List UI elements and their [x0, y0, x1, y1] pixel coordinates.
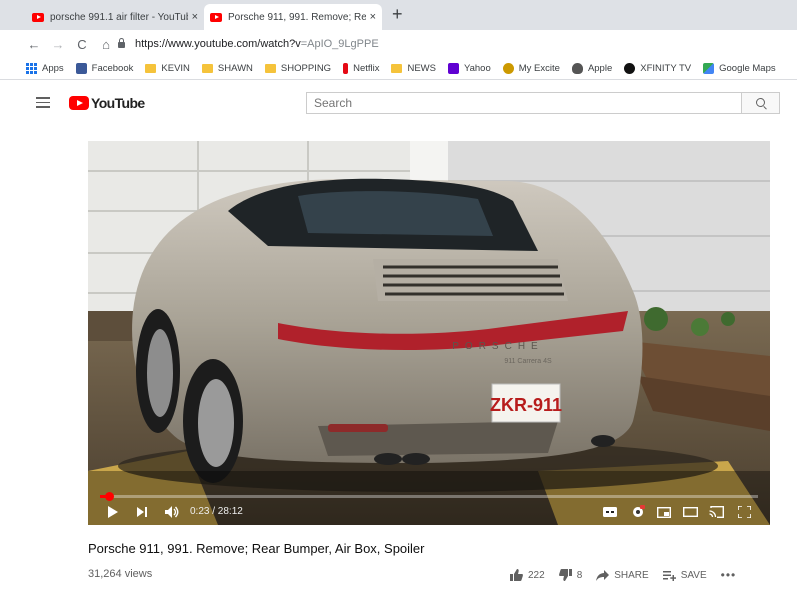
share-icon: [596, 569, 610, 581]
bookmark-facebook[interactable]: Facebook: [75, 63, 133, 74]
thumbs-down-icon: [558, 569, 572, 581]
volume-button[interactable]: [162, 499, 182, 525]
like-button[interactable]: 222: [510, 569, 545, 581]
license-plate-text: ZKR-911: [490, 395, 562, 415]
playlist-add-icon: [662, 570, 676, 581]
facebook-icon: [75, 63, 87, 74]
save-label: SAVE: [680, 569, 707, 581]
cast-button[interactable]: [706, 499, 726, 525]
settings-icon: [633, 505, 645, 517]
bookmark-my-excite[interactable]: My Excite: [502, 63, 560, 74]
miniplayer-button[interactable]: [654, 499, 674, 525]
netflix-icon: [343, 63, 349, 74]
youtube-favicon-icon: [32, 12, 44, 22]
captions-button[interactable]: [600, 499, 620, 525]
more-actions-icon[interactable]: •••: [721, 568, 737, 582]
reload-button[interactable]: C: [72, 37, 92, 52]
bookmark-netflix[interactable]: Netflix: [343, 63, 379, 74]
volume-icon: [164, 506, 178, 518]
navigation-bar: ← → C ⌂ https://www.youtube.com/watch?v =…: [0, 30, 797, 58]
fullscreen-button[interactable]: [734, 499, 754, 525]
settings-button[interactable]: [628, 499, 648, 525]
thumbs-up-icon: [510, 569, 523, 581]
folder-icon: [264, 64, 276, 73]
progress-bar[interactable]: [100, 492, 758, 501]
save-button[interactable]: SAVE: [662, 569, 707, 581]
model-badge-text: 911 Carrera 4S: [504, 358, 552, 365]
cast-icon: [708, 506, 724, 518]
apps-grid-icon: [26, 63, 37, 74]
theater-mode-button[interactable]: [680, 499, 700, 525]
url-text: https://www.youtube.com/watch?v: [135, 38, 301, 50]
tab-close-icon[interactable]: ×: [370, 11, 376, 23]
video-player[interactable]: ZKR-911 PORSCHE 911 Carrera 4S 0:23 / 28…: [88, 141, 770, 525]
youtube-logo[interactable]: YouTube: [69, 95, 145, 111]
search-button[interactable]: [742, 92, 780, 114]
lock-icon: [118, 38, 125, 48]
bookmark-xfinity-tv[interactable]: XFINITY TV: [624, 63, 691, 74]
bookmark-kevin[interactable]: KEVIN: [145, 63, 190, 74]
youtube-header: YouTube: [0, 81, 797, 125]
search-input[interactable]: [306, 92, 742, 114]
play-button[interactable]: [102, 499, 122, 525]
forward-button[interactable]: →: [48, 37, 68, 52]
miniplayer-icon: [657, 506, 671, 518]
bookmark-news[interactable]: NEWS: [391, 63, 436, 74]
excite-icon: [502, 63, 514, 74]
youtube-logo-text: YouTube: [91, 95, 145, 111]
address-bar[interactable]: https://www.youtube.com/watch?v =ApIO_9Lg…: [118, 34, 788, 54]
bookmarks-bar: Apps Facebook KEVIN SHAWN SHOPPING Netfl…: [0, 58, 797, 80]
back-button[interactable]: ←: [24, 37, 44, 52]
captions-icon: [603, 507, 617, 517]
url-query-text: =ApIO_9LgPPE: [300, 38, 379, 50]
bookmark-shopping[interactable]: SHOPPING: [264, 63, 331, 74]
youtube-favicon-icon: [210, 12, 222, 22]
tab-title: Porsche 911, 991. Remove; Rear B: [228, 11, 366, 23]
tab-title: porsche 991.1 air filter - YouTube: [50, 11, 188, 23]
yahoo-icon: [447, 63, 459, 74]
apple-icon: [571, 63, 583, 74]
home-button[interactable]: ⌂: [96, 37, 116, 52]
theater-icon: [682, 507, 698, 517]
search-icon: [756, 98, 765, 107]
tab-porsche-rear-bumper[interactable]: Porsche 911, 991. Remove; Rear B ×: [204, 4, 382, 30]
fullscreen-icon: [737, 506, 751, 518]
tab-strip: porsche 991.1 air filter - YouTube × Por…: [0, 0, 797, 30]
bookmark-google-maps[interactable]: Google Maps: [703, 63, 776, 74]
video-actions: 222 8 SHARE SAVE •••: [510, 567, 736, 583]
like-count: 222: [528, 569, 545, 581]
share-label: SHARE: [614, 569, 649, 581]
player-controls: 0:23 / 28:12: [88, 499, 770, 525]
bookmark-shawn[interactable]: SHAWN: [201, 63, 253, 74]
new-tab-button[interactable]: +: [392, 4, 403, 25]
google-maps-icon: [703, 63, 715, 74]
menu-icon[interactable]: [36, 97, 50, 108]
time-display: 0:23 / 28:12: [190, 506, 243, 517]
folder-icon: [391, 64, 403, 73]
folder-icon: [145, 64, 157, 73]
play-icon: [107, 506, 118, 518]
xfinity-icon: [624, 63, 636, 74]
share-button[interactable]: SHARE: [596, 569, 649, 581]
rear-badge-text: PORSCHE: [452, 341, 543, 352]
video-title: Porsche 911, 991. Remove; Rear Bumper, A…: [88, 541, 425, 556]
dislike-count: 8: [576, 569, 583, 581]
view-count: 31,264 views: [88, 568, 153, 580]
next-icon: [136, 507, 147, 517]
next-button[interactable]: [132, 499, 152, 525]
tab-close-icon[interactable]: ×: [192, 11, 198, 23]
dislike-button[interactable]: 8: [558, 569, 583, 581]
bookmark-yahoo[interactable]: Yahoo: [447, 63, 491, 74]
tab-porsche-air-filter[interactable]: porsche 991.1 air filter - YouTube ×: [26, 4, 204, 30]
bookmark-apple[interactable]: Apple: [571, 63, 612, 74]
bookmark-apps[interactable]: Apps: [26, 63, 64, 74]
video-frame: ZKR-911 PORSCHE 911 Carrera 4S: [88, 141, 770, 525]
folder-icon: [201, 64, 213, 73]
youtube-logo-icon: [69, 96, 89, 110]
